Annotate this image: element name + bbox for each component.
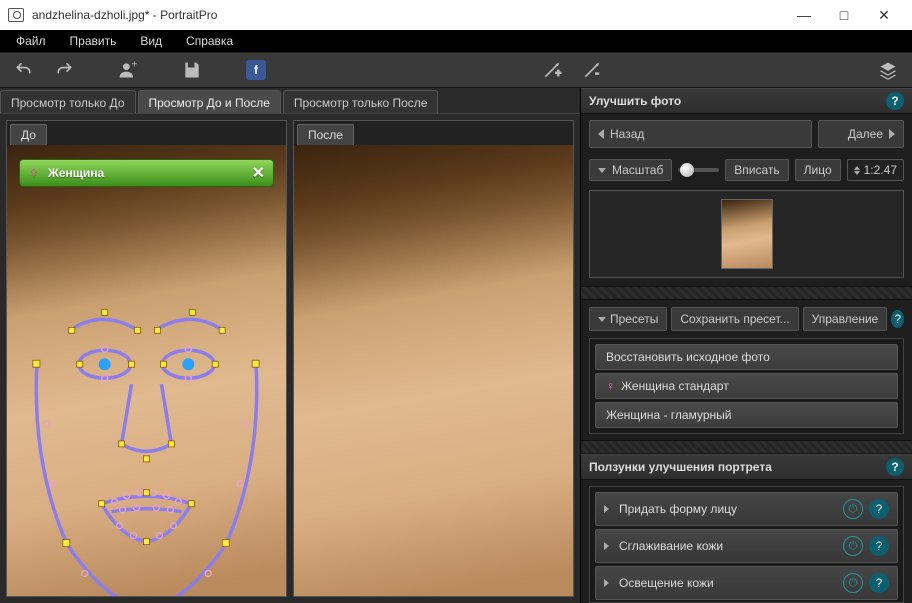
preset-list: Восстановить исходное фото ♀ Женщина стан… — [589, 338, 904, 434]
menu-edit[interactable]: Править — [60, 31, 127, 51]
preset-restore-original[interactable]: Восстановить исходное фото — [595, 344, 898, 370]
save-button[interactable] — [178, 56, 206, 84]
main-toolbar: + f + - — [0, 52, 912, 88]
layers-button[interactable] — [874, 56, 902, 84]
tab-after-only[interactable]: Просмотр только После — [283, 90, 439, 113]
slider-skin-lighting[interactable]: Освещение кожи ⏻ ? — [595, 566, 898, 600]
thumbnail-strip — [589, 190, 904, 278]
preset-female-standard[interactable]: ♀ Женщина стандарт — [595, 373, 898, 399]
window-titlebar: andzhelina-dzholi.jpg* - PortraitPro — □… — [0, 0, 912, 30]
next-button[interactable]: Далее — [818, 120, 904, 148]
resize-divider[interactable] — [581, 440, 912, 454]
presets-dropdown[interactable]: Пресеты — [589, 307, 667, 331]
app-icon — [8, 8, 24, 22]
slider-label: Придать форму лицу — [619, 502, 843, 516]
window-title: andzhelina-dzholi.jpg* - PortraitPro — [32, 8, 784, 22]
face-thumbnail[interactable] — [721, 199, 773, 269]
zoom-slider[interactable] — [678, 168, 719, 172]
preset-female-glamour[interactable]: Женщина - гламурный — [595, 402, 898, 428]
controls-panel: Улучшить фото ? Назад Далее Масштаб Впис… — [580, 88, 912, 603]
view-tabs: Просмотр только До Просмотр До и После П… — [0, 88, 580, 114]
arrow-right-icon — [889, 129, 895, 139]
brush-minus-button[interactable]: - — [578, 56, 606, 84]
sliders-list: Придать форму лицу ⏻ ? Сглаживание кожи … — [589, 486, 904, 603]
minimize-button[interactable]: — — [784, 0, 824, 30]
power-toggle[interactable]: ⏻ — [843, 499, 863, 519]
manage-presets-button[interactable]: Управление — [803, 307, 888, 331]
sliders-header-title: Ползунки улучшения портрета — [589, 460, 772, 474]
tab-before-only[interactable]: Просмотр только До — [0, 90, 136, 113]
save-preset-button[interactable]: Сохранить пресет... — [671, 307, 798, 331]
chevron-down-icon — [598, 317, 606, 322]
expand-icon — [604, 505, 609, 513]
power-toggle[interactable]: ⏻ — [843, 536, 863, 556]
power-toggle[interactable]: ⏻ — [843, 573, 863, 593]
menu-bar: Файл Править Вид Справка — [0, 30, 912, 52]
before-image-panel: До ♀ Женщина ✕ — [6, 120, 287, 597]
svg-text:-: - — [595, 69, 598, 80]
enhance-photo-header: Улучшить фото ? — [581, 88, 912, 114]
zoom-value-text: 1:2.47 — [864, 163, 897, 177]
facebook-button[interactable]: f — [242, 56, 270, 84]
redo-button[interactable] — [50, 56, 78, 84]
before-label: До — [10, 124, 47, 146]
sliders-help-icon[interactable]: ? — [886, 458, 904, 476]
resize-divider[interactable] — [581, 286, 912, 300]
zoom-dropdown[interactable]: Масштаб — [589, 159, 672, 181]
presets-label: Пресеты — [610, 312, 658, 326]
enhance-photo-title: Улучшить фото — [589, 94, 681, 108]
add-person-button[interactable]: + — [114, 56, 142, 84]
close-button[interactable]: ✕ — [864, 0, 904, 30]
menu-file[interactable]: Файл — [6, 31, 56, 51]
zoom-step-up[interactable] — [854, 166, 860, 170]
enhance-help-icon[interactable]: ? — [886, 92, 904, 110]
zoom-value-stepper[interactable]: 1:2.47 — [847, 159, 904, 181]
face-button[interactable]: Лицо — [795, 159, 841, 181]
zoom-slider-thumb[interactable] — [680, 163, 694, 177]
after-image-panel: После — [293, 120, 574, 597]
menu-help[interactable]: Справка — [176, 31, 243, 51]
slider-label: Освещение кожи — [619, 576, 843, 590]
help-icon[interactable]: ? — [869, 499, 889, 519]
next-label: Далее — [848, 127, 883, 141]
brush-plus-button[interactable]: + — [538, 56, 566, 84]
svg-text:+: + — [131, 60, 137, 71]
presets-help-icon[interactable]: ? — [891, 310, 904, 328]
menu-view[interactable]: Вид — [130, 31, 172, 51]
face-landmark-overlay[interactable] — [7, 145, 286, 596]
zoom-step-down[interactable] — [854, 171, 860, 175]
after-label: После — [297, 124, 354, 146]
portrait-sliders-header: Ползунки улучшения портрета ? — [581, 454, 912, 480]
slider-label: Сглаживание кожи — [619, 539, 843, 553]
back-button[interactable]: Назад — [589, 120, 812, 148]
back-label: Назад — [610, 127, 644, 141]
svg-text:+: + — [555, 69, 561, 80]
fit-button[interactable]: Вписать — [725, 159, 788, 181]
expand-icon — [604, 542, 609, 550]
help-icon[interactable]: ? — [869, 573, 889, 593]
slider-face-shape[interactable]: Придать форму лицу ⏻ ? — [595, 492, 898, 526]
zoom-label: Масштаб — [612, 163, 663, 177]
slider-skin-smoothing[interactable]: Сглаживание кожи ⏻ ? — [595, 529, 898, 563]
chevron-down-icon — [598, 168, 606, 173]
after-image-canvas[interactable] — [294, 145, 573, 596]
tab-before-after[interactable]: Просмотр До и После — [138, 90, 281, 113]
workspace-panel: Просмотр только До Просмотр До и После П… — [0, 88, 580, 603]
maximize-button[interactable]: □ — [824, 0, 864, 30]
expand-icon — [604, 579, 609, 587]
preset-std-label: Женщина стандарт — [621, 379, 729, 393]
arrow-left-icon — [598, 129, 604, 139]
female-icon: ♀ — [606, 379, 615, 393]
undo-button[interactable] — [10, 56, 38, 84]
before-image-canvas[interactable]: ♀ Женщина ✕ — [7, 145, 286, 596]
help-icon[interactable]: ? — [869, 536, 889, 556]
